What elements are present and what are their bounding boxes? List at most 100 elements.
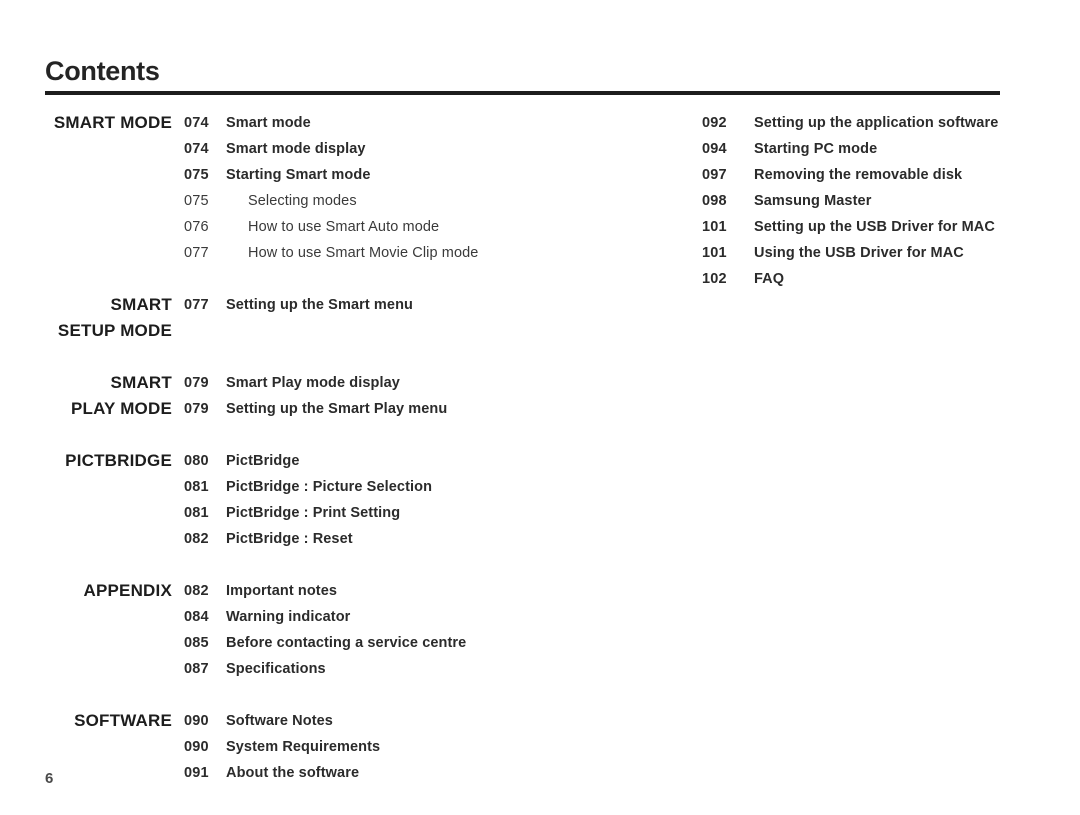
toc-section-entries: 082 Important notes 084 Warning indicator 08… [172, 578, 600, 682]
page-number: 6 [45, 770, 54, 787]
toc-entry-page-number: 074 [184, 115, 209, 131]
toc-entry[interactable]: 098 Samsung Master [702, 188, 1070, 214]
toc-entry-page-number: 090 [184, 739, 209, 755]
toc-entry-page-number: 098 [702, 193, 727, 209]
toc-left-column: SMART MODE 074 Smart mode 074 Smart mode dis… [0, 110, 600, 786]
page-title: Contents [45, 56, 160, 86]
toc-entry-page-number: 082 [184, 583, 209, 599]
toc-entry-title: Specifications [226, 661, 326, 677]
toc-entry-title: Selecting modes [248, 193, 357, 209]
toc-entry-title: Samsung Master [754, 193, 872, 209]
toc-entry-page-number: 092 [702, 115, 727, 131]
page-header: Contents [45, 58, 1000, 95]
toc-entry[interactable]: 081 PictBridge : Picture Selection [184, 474, 600, 500]
toc-entry-page-number: 087 [184, 661, 209, 677]
toc-section-entries: 074 Smart mode 074 Smart mode display 075 Sta… [172, 110, 600, 266]
toc-entry-title: Setting up the Smart menu [226, 297, 413, 313]
toc-entry[interactable]: 077 How to use Smart Movie Clip mode [184, 240, 600, 266]
toc-right-column: 092 Setting up the application software 09… [690, 110, 1070, 292]
toc-entry[interactable]: 085 Before contacting a service centre [184, 630, 600, 656]
toc-entry[interactable]: 082 Important notes [184, 578, 600, 604]
toc-entry-title: Starting PC mode [754, 141, 878, 157]
toc-entry-page-number: 082 [184, 531, 209, 547]
toc-entry-title: How to use Smart Movie Clip mode [248, 245, 479, 261]
toc-entry-title: Using the USB Driver for MAC [754, 245, 964, 261]
toc-entry[interactable]: 075 Starting Smart mode [184, 162, 600, 188]
toc-section-group: SMART MODE 074 Smart mode 074 Smart mode dis… [0, 110, 600, 266]
toc-entry-page-number: 085 [184, 635, 209, 651]
toc-entry-title: Software Notes [226, 713, 333, 729]
toc-entry-title: PictBridge : Print Setting [226, 505, 401, 521]
toc-entry-title: PictBridge [226, 453, 300, 469]
toc-entry-title: Before contacting a service centre [226, 635, 467, 651]
toc-entry-title: Setting up the application software [754, 115, 999, 131]
toc-entry-page-number: 081 [184, 479, 209, 495]
toc-entry-page-number: 079 [184, 401, 209, 417]
toc-entry-title: FAQ [754, 271, 785, 287]
toc-section-group: SMART SETUP MODE 077 Setting up the Smart … [0, 292, 600, 344]
toc-entry-title: Important notes [226, 583, 338, 599]
toc-entry-title: Smart Play mode display [226, 375, 400, 391]
toc-entry[interactable]: 101 Using the USB Driver for MAC [702, 240, 1070, 266]
toc-entry[interactable]: 090 Software Notes [184, 708, 600, 734]
toc-entry-page-number: 097 [702, 167, 727, 183]
toc-entry-page-number: 074 [184, 141, 209, 157]
toc-entry[interactable]: 075 Selecting modes [184, 188, 600, 214]
toc-section-label: APPENDIX [83, 581, 172, 600]
toc-entry[interactable]: 101 Setting up the USB Driver for MAC [702, 214, 1070, 240]
toc-entry[interactable]: 082 PictBridge : Reset [184, 526, 600, 552]
toc-entry-page-number: 102 [702, 271, 727, 287]
toc-entry-title: Setting up the Smart Play menu [226, 401, 448, 417]
toc-entry-title: Starting Smart mode [226, 167, 371, 183]
toc-entry[interactable]: 102 FAQ [702, 266, 1070, 292]
toc-entry-page-number: 075 [184, 193, 209, 209]
toc-entry[interactable]: 097 Removing the removable disk [702, 162, 1070, 188]
toc-entry-title: System Requirements [226, 739, 381, 755]
toc-entry[interactable]: 094 Starting PC mode [702, 136, 1070, 162]
toc-entry-page-number: 101 [702, 219, 727, 235]
toc-entry-page-number: 075 [184, 167, 209, 183]
toc-section-entries: 077 Setting up the Smart menu [172, 292, 600, 318]
toc-section-label: SMART SETUP MODE [57, 295, 172, 340]
toc-section-group: PICTBRIDGE 080 PictBridge 081 PictBridge : P… [0, 448, 600, 552]
toc-section-label: SMART PLAY MODE [71, 373, 172, 418]
title-rule-divider [45, 91, 1000, 95]
toc-entry-page-number: 084 [184, 609, 209, 625]
toc-entry-page-number: 076 [184, 219, 209, 235]
toc-entry-title: Smart mode display [226, 141, 366, 157]
toc-section-entries: 092 Setting up the application software 09… [690, 110, 1070, 292]
toc-entry[interactable]: 087 Specifications [184, 656, 600, 682]
contents-page: Contents SMART MODE 074 Smart mode 074 Smart… [0, 0, 1080, 815]
toc-entry[interactable]: 080 PictBridge [184, 448, 600, 474]
toc-entry[interactable]: 074 Smart mode [184, 110, 600, 136]
toc-entry-page-number: 090 [184, 713, 209, 729]
toc-section-entries: 080 PictBridge 081 PictBridge : Picture Sel… [172, 448, 600, 552]
toc-entry-page-number: 094 [702, 141, 727, 157]
toc-section-group: APPENDIX 082 Important notes 084 Warning ind… [0, 578, 600, 682]
toc-entry[interactable]: 074 Smart mode display [184, 136, 600, 162]
toc-entry-title: How to use Smart Auto mode [248, 219, 440, 235]
toc-section-label: SMART MODE [53, 113, 172, 132]
toc-entry-page-number: 077 [184, 245, 209, 261]
toc-entry-title: PictBridge : Picture Selection [226, 479, 433, 495]
toc-entry-page-number: 079 [184, 375, 209, 391]
toc-entry-title: Warning indicator [226, 609, 351, 625]
toc-entry-page-number: 101 [702, 245, 727, 261]
toc-entry[interactable]: 081 PictBridge : Print Setting [184, 500, 600, 526]
toc-entry[interactable]: 076 How to use Smart Auto mode [184, 214, 600, 240]
toc-entry-title: Smart mode [226, 115, 311, 131]
toc-entry-page-number: 080 [184, 453, 209, 469]
page-footer: 6 [45, 770, 345, 788]
toc-section-entries: 079 Smart Play mode display 079 Setting up … [172, 370, 600, 422]
toc-entry-page-number: 081 [184, 505, 209, 521]
toc-entry[interactable]: 090 System Requirements [184, 734, 600, 760]
toc-entry-title: PictBridge : Reset [226, 531, 353, 547]
toc-entry[interactable]: 084 Warning indicator [184, 604, 600, 630]
toc-entry[interactable]: 092 Setting up the application software [702, 110, 1070, 136]
toc-entry[interactable]: 079 Setting up the Smart Play menu [184, 396, 600, 422]
toc-section-label: SOFTWARE [74, 711, 172, 730]
toc-section-label: PICTBRIDGE [65, 451, 172, 470]
toc-entry-page-number: 077 [184, 297, 209, 313]
toc-entry[interactable]: 079 Smart Play mode display [184, 370, 600, 396]
toc-entry[interactable]: 077 Setting up the Smart menu [184, 292, 600, 318]
